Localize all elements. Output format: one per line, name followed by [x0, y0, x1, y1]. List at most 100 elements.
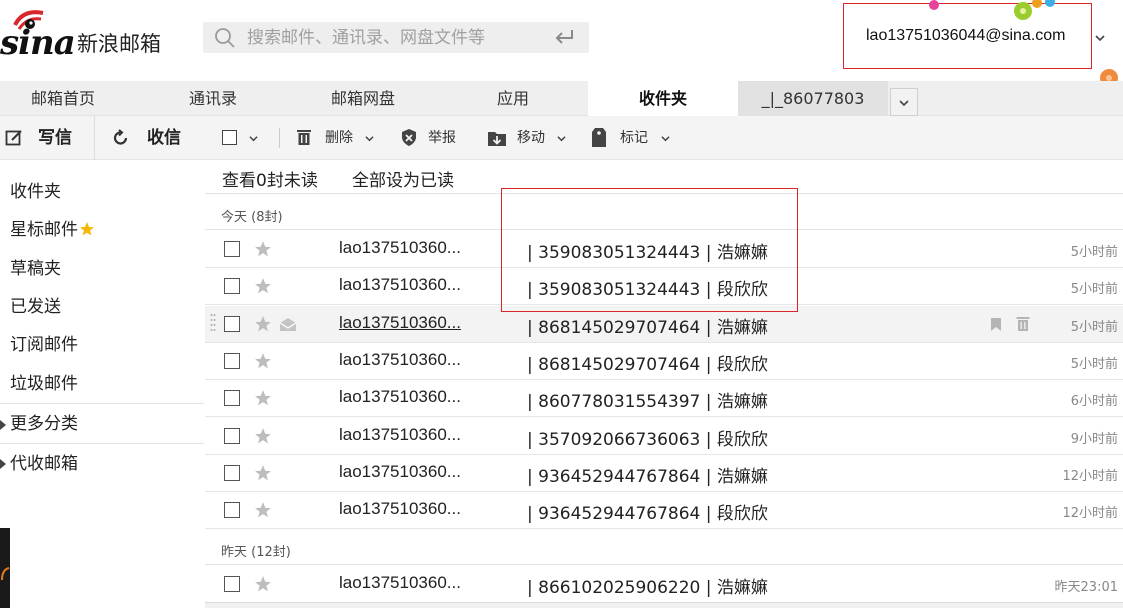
bookmark-icon[interactable]	[990, 317, 1002, 332]
receive-button[interactable]: 收信	[96, 116, 204, 160]
row-checkbox[interactable]	[224, 464, 240, 481]
row-sender[interactable]: lao137510360...	[339, 238, 461, 258]
sidebar-divider	[0, 443, 204, 444]
trash-icon[interactable]	[1016, 316, 1030, 332]
account-email[interactable]: lao13751036044@sina.com	[866, 27, 1066, 45]
row-subject[interactable]: | 868145029707464 | 段欣欣	[527, 350, 768, 375]
row-subject[interactable]: | 866102025906220 | 浩嫲嫲	[527, 573, 768, 598]
row-subject[interactable]: | 860778031554397 | 浩嫲嫲	[527, 387, 768, 412]
tab-opened-mail[interactable]: _|_86077803	[738, 81, 888, 116]
chevron-down-icon	[899, 100, 909, 107]
row-time: 5小时前	[1070, 282, 1118, 298]
row-sender[interactable]: lao137510360...	[339, 313, 461, 333]
star-icon[interactable]	[254, 501, 272, 519]
row-checkbox[interactable]	[224, 241, 240, 257]
mark-button[interactable]: 标记	[591, 116, 675, 160]
horizontal-scrollbar[interactable]	[205, 602, 1123, 608]
sidebar-item-subscriptions[interactable]: 订阅邮件	[0, 326, 204, 364]
table-row[interactable]: lao137510360... | 868145029707464 | 段欣欣 5小…	[205, 342, 1123, 380]
select-all-checkbox[interactable]	[222, 130, 237, 145]
select-all-dropdown[interactable]	[222, 116, 264, 160]
row-sender[interactable]: lao137510360...	[339, 275, 461, 295]
tab-contacts[interactable]: 通讯录	[150, 81, 276, 116]
row-checkbox[interactable]	[224, 315, 240, 332]
row-time: 9小时前	[1070, 431, 1118, 447]
row-sender[interactable]: lao137510360...	[339, 573, 461, 593]
row-sender[interactable]: lao137510360...	[339, 350, 461, 370]
row-subject[interactable]: | 868145029707464 | 浩嫲嫲	[527, 313, 768, 338]
star-icon[interactable]	[254, 427, 272, 445]
star-icon[interactable]	[254, 464, 272, 482]
sidebar-item-starred[interactable]: 星标邮件	[0, 211, 204, 249]
star-icon[interactable]	[254, 389, 272, 407]
sidebar-item-more-categories[interactable]: 更多分类	[0, 405, 204, 443]
table-row[interactable]: lao137510360... | 357092066736063 | 段欣欣 9小…	[205, 417, 1123, 455]
star-icon[interactable]	[254, 315, 272, 333]
sidebar-item-label: 垃圾邮件	[10, 374, 78, 394]
row-subject[interactable]: | 357092066736063 | 段欣欣	[527, 425, 768, 450]
tab-apps[interactable]: 应用	[450, 81, 576, 116]
delete-button[interactable]: 删除	[296, 116, 380, 160]
table-row[interactable]: lao137510360... | 866102025906220 | 浩嫲嫲 昨天…	[205, 566, 1123, 603]
tab-cloud-drive[interactable]: 邮箱网盘	[300, 81, 426, 116]
view-unread-link[interactable]: 查看0封未读	[222, 166, 318, 191]
table-row[interactable]: lao137510360... | 936452944767864 | 段欣欣 12…	[205, 492, 1123, 530]
search-box[interactable]	[203, 22, 589, 53]
sidebar-item-inbox[interactable]: 收件夹	[0, 173, 204, 211]
sidebar-item-label: 订阅邮件	[10, 335, 78, 355]
side-widget[interactable]	[0, 528, 10, 608]
open-envelope-icon[interactable]	[279, 317, 297, 332]
row-checkbox[interactable]	[224, 502, 240, 519]
row-checkbox[interactable]	[224, 576, 240, 592]
row-sender[interactable]: lao137510360...	[339, 462, 461, 482]
star-icon[interactable]	[254, 352, 272, 370]
sina-logo[interactable]: sina 新浪邮箱	[0, 5, 170, 65]
sidebar-item-sent[interactable]: 已发送	[0, 288, 204, 326]
search-input[interactable]	[247, 22, 537, 53]
enter-icon[interactable]	[554, 28, 576, 46]
star-icon	[80, 222, 94, 236]
row-time: 昨天23:01	[1054, 580, 1118, 595]
table-row[interactable]: lao137510360... | 936452944767864 | 浩嫲嫲 12…	[205, 454, 1123, 492]
drag-handle-icon[interactable]	[210, 312, 216, 336]
star-icon[interactable]	[254, 240, 272, 258]
row-checkbox[interactable]	[224, 427, 240, 444]
move-label: 移动	[517, 130, 545, 146]
compose-label: 写信	[38, 128, 72, 148]
sidebar-item-label: 已发送	[10, 297, 61, 317]
report-button[interactable]: 举报	[400, 116, 462, 160]
row-checkbox[interactable]	[224, 278, 240, 295]
star-icon[interactable]	[254, 575, 272, 593]
chevron-down-icon	[249, 136, 258, 142]
row-sender[interactable]: lao137510360...	[339, 387, 461, 407]
row-subject[interactable]: | 936452944767864 | 浩嫲嫲	[527, 462, 768, 487]
subject-highlight-box	[501, 188, 798, 312]
table-row[interactable]: lao137510360... | 860778031554397 | 浩嫲嫲 6小…	[205, 380, 1123, 418]
tab-mail-home[interactable]: 邮箱首页	[0, 81, 126, 116]
receive-label: 收信	[147, 128, 181, 148]
row-sender[interactable]: lao137510360...	[339, 425, 461, 445]
star-icon[interactable]	[254, 277, 272, 295]
row-sender[interactable]: lao137510360...	[339, 499, 461, 519]
sidebar-item-spam[interactable]: 垃圾邮件	[0, 365, 204, 403]
sidebar-item-drafts[interactable]: 草稿夹	[0, 250, 204, 288]
flower-decoration-icon	[1032, 0, 1055, 8]
tab-overflow-button[interactable]	[890, 88, 918, 116]
arrow-icon	[1, 567, 10, 581]
mark-all-read-link[interactable]: 全部设为已读	[352, 166, 454, 191]
move-button[interactable]: 移动	[487, 116, 571, 160]
sidebar-item-proxy-mailbox[interactable]: 代收邮箱	[0, 445, 204, 483]
row-checkbox[interactable]	[224, 352, 240, 369]
compose-button[interactable]: 写信	[0, 116, 95, 160]
tab-inbox[interactable]: 收件夹	[588, 81, 738, 117]
chevron-down-icon	[365, 136, 374, 142]
row-subject[interactable]: | 936452944767864 | 段欣欣	[527, 499, 768, 524]
shield-icon	[402, 129, 416, 146]
chevron-down-icon[interactable]	[1094, 33, 1106, 43]
toolbar-divider	[279, 128, 280, 148]
delete-label: 删除	[325, 130, 353, 146]
logo-product-name: 新浪邮箱	[77, 32, 161, 56]
chevron-right-icon	[0, 459, 6, 469]
row-checkbox[interactable]	[224, 390, 240, 407]
row-time: 6小时前	[1070, 394, 1118, 410]
